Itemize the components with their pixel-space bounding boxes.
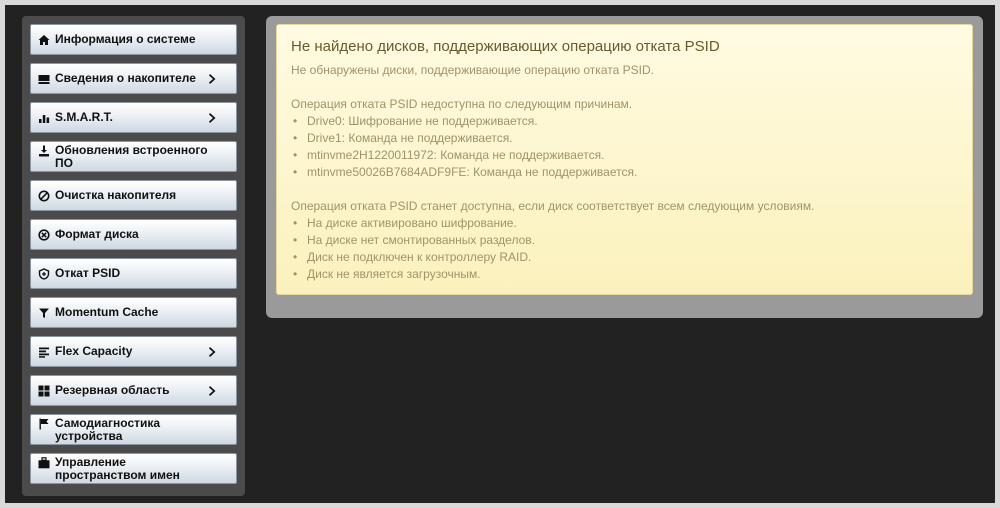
chevron-right-icon [208, 112, 218, 124]
grid-icon [37, 384, 50, 397]
sidebar-item-smart[interactable]: S.M.A.R.T. [30, 102, 237, 133]
sidebar-item-label: Резервная область [55, 383, 170, 397]
sidebar-item-label: S.M.A.R.T. [55, 110, 114, 124]
list-item: mtinvme2H1220011972: Команда не поддержи… [291, 147, 958, 164]
chevron-right-icon [208, 346, 218, 358]
funnel-icon [37, 306, 50, 319]
app-window: Информация о системе Сведения о накопите… [5, 5, 995, 503]
sidebar-item-reserved-area[interactable]: Резервная область [30, 375, 237, 406]
sidebar-item-label: Откат PSID [55, 266, 121, 280]
download-icon [37, 144, 50, 157]
psid-revert-icon [37, 267, 50, 280]
sidebar-item-label: Сведения о накопителе [55, 71, 196, 85]
sidebar-item-label: Управление пространством имен [55, 455, 180, 482]
sidebar-item-label: Обновления встроенного ПО [55, 143, 208, 170]
sidebar-item-label: Очистка накопителя [55, 188, 177, 202]
list-item: Drive1: Команда не поддерживается. [291, 130, 958, 147]
alert-subtitle: Не обнаружены диски, поддерживающие опер… [291, 63, 654, 77]
bar-chart-icon [37, 111, 50, 124]
conditions-list: На диске активировано шифрование. На дис… [291, 215, 958, 283]
sidebar-item-label: Информация о системе [55, 32, 196, 46]
prohibit-icon [37, 189, 50, 202]
main-content: Не найдено дисков, поддерживающих операц… [266, 16, 983, 318]
sidebar-item-label: Самодиагностика устройства [55, 416, 161, 443]
alert-title: Не найдено дисков, поддерживающих операц… [291, 38, 720, 55]
sidebar-item-flex-capacity[interactable]: Flex Capacity [30, 336, 237, 367]
list-item: На диске нет смонтированных разделов. [291, 232, 958, 249]
sidebar-item-momentum-cache[interactable]: Momentum Cache [30, 297, 237, 328]
sidebar-item-drive-cleanup[interactable]: Очистка накопителя [30, 180, 237, 211]
sidebar-item-label: Формат диска [55, 227, 139, 241]
list-item: mtinvme50026B7684ADF9FE: Команда не подд… [291, 164, 958, 181]
list-item: Диск не является загрузочным. [291, 266, 958, 283]
sidebar-item-firmware-update[interactable]: Обновления встроенного ПО [30, 141, 237, 172]
sidebar: Информация о системе Сведения о накопите… [22, 16, 245, 496]
sidebar-item-self-test[interactable]: Самодиагностика устройства [30, 414, 237, 445]
chevron-right-icon [208, 385, 218, 397]
reasons-intro: Операция отката PSID недоступна по следу… [291, 97, 633, 111]
list-item: Диск не подключен к контроллеру RAID. [291, 249, 958, 266]
list-icon [37, 345, 50, 358]
warning-alert: Не найдено дисков, поддерживающих операц… [276, 24, 973, 295]
sidebar-item-label: Momentum Cache [55, 305, 159, 319]
drive-icon [37, 72, 50, 85]
gear-icon [37, 228, 50, 241]
list-item: На диске активировано шифрование. [291, 215, 958, 232]
sidebar-item-system-info[interactable]: Информация о системе [30, 24, 237, 55]
sidebar-item-format-disk[interactable]: Формат диска [30, 219, 237, 250]
home-icon [37, 33, 50, 46]
sidebar-item-label: Flex Capacity [55, 344, 133, 358]
sidebar-item-namespace-management[interactable]: Управление пространством имен [30, 453, 237, 484]
list-item: Drive0: Шифрование не поддерживается. [291, 113, 958, 130]
flag-icon [37, 417, 50, 430]
sidebar-item-drive-details[interactable]: Сведения о накопителе [30, 63, 237, 94]
conditions-intro: Операция отката PSID станет доступна, ес… [291, 199, 815, 213]
briefcase-icon [37, 456, 50, 469]
reasons-list: Drive0: Шифрование не поддерживается. Dr… [291, 113, 958, 181]
sidebar-item-psid-revert[interactable]: Откат PSID [30, 258, 237, 289]
chevron-right-icon [208, 73, 218, 85]
